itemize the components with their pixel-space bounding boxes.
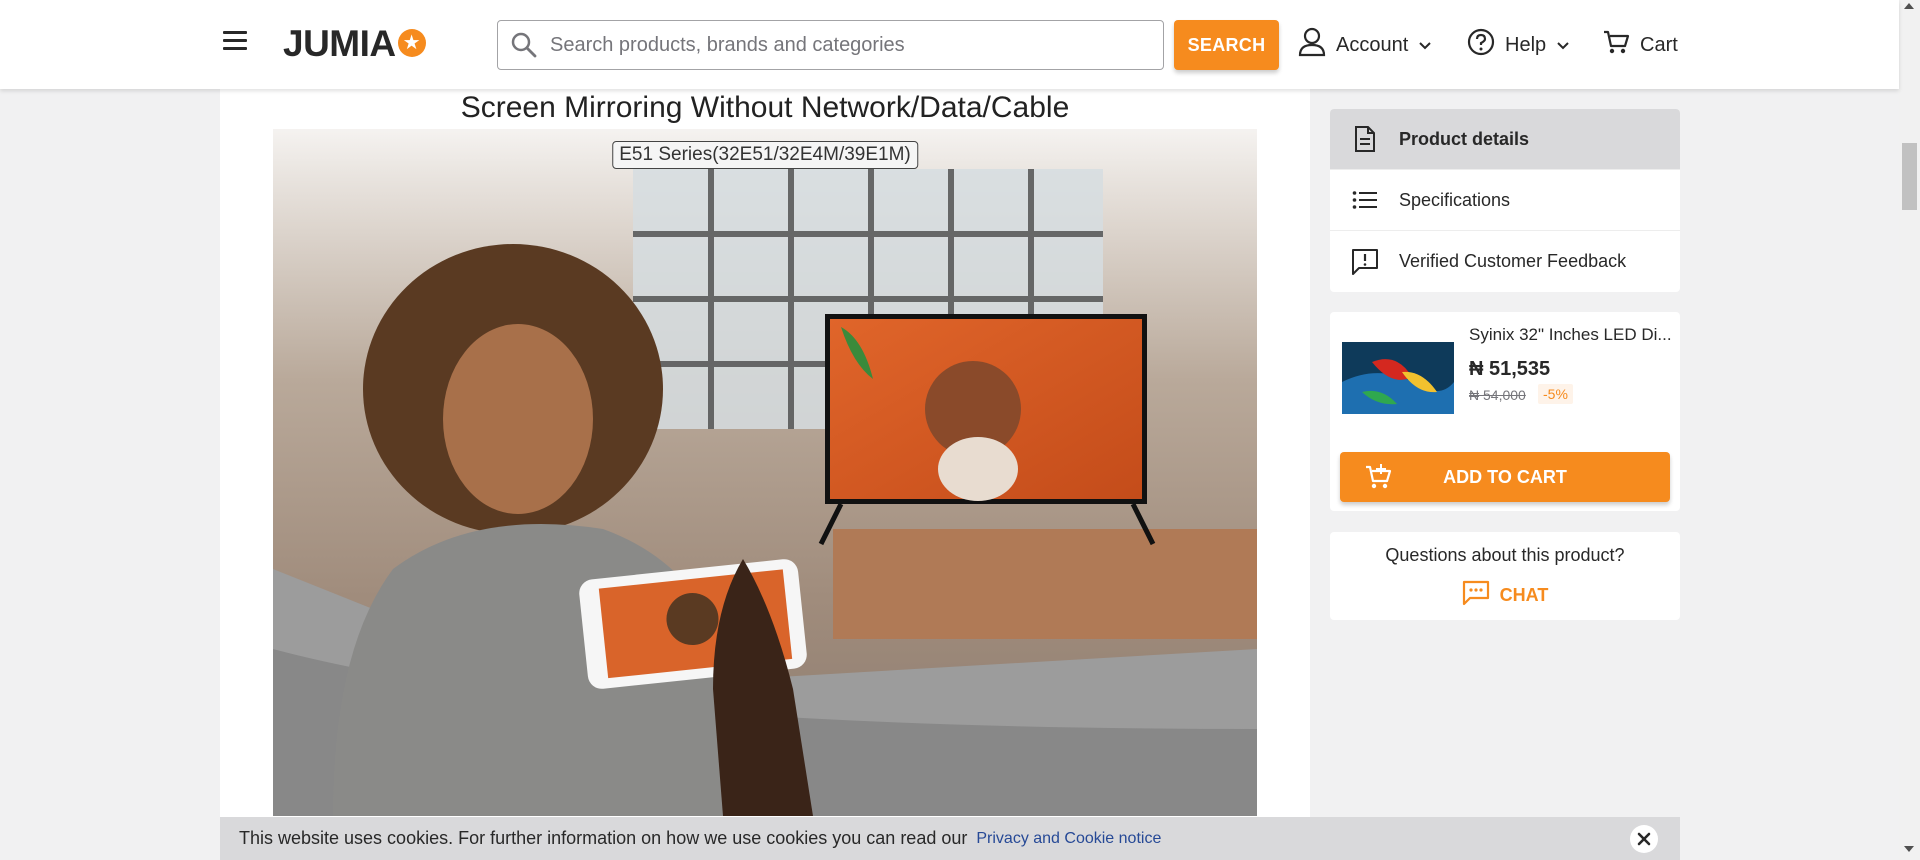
help-menu[interactable]: Help — [1467, 26, 1570, 64]
nav-label: Specifications — [1399, 189, 1511, 210]
product-price: ₦ 51,535 — [1469, 358, 1551, 380]
cart-link[interactable]: Cart — [1602, 26, 1678, 64]
nav-verified-feedback[interactable]: Verified Customer Feedback — [1330, 231, 1680, 292]
chat-icon — [1462, 580, 1490, 611]
account-label: Account — [1336, 33, 1409, 56]
privacy-cookie-link[interactable]: Privacy and Cookie notice — [976, 830, 1161, 848]
nav-specifications[interactable]: Specifications — [1330, 170, 1680, 231]
add-to-cart-icon — [1364, 463, 1392, 496]
logo-star-icon: ★ — [397, 29, 426, 57]
jumia-logo[interactable]: JUMIA ★ — [283, 23, 426, 64]
search-button[interactable]: SEARCH — [1174, 20, 1279, 70]
living-room-illustration — [273, 89, 1257, 816]
cart-label: Cart — [1640, 33, 1678, 56]
cookie-text: This website uses cookies. For further i… — [239, 828, 968, 848]
add-to-cart-label: ADD TO CART — [1443, 466, 1567, 487]
user-icon — [1298, 27, 1326, 63]
close-icon[interactable] — [1630, 825, 1658, 853]
scrollbar-thumb[interactable] — [1902, 143, 1917, 210]
account-menu[interactable]: Account — [1298, 26, 1432, 64]
feedback-icon — [1350, 247, 1380, 277]
nav-label: Verified Customer Feedback — [1399, 251, 1627, 271]
hero-title: Screen Mirroring Without Network/Data/Ca… — [273, 91, 1257, 129]
chat-label: CHAT — [1499, 585, 1549, 605]
logo-text: JUMIA — [283, 23, 396, 64]
cookie-banner: This website uses cookies. For further i… — [220, 817, 1680, 860]
nav-product-details[interactable]: Product details — [1330, 109, 1680, 170]
discount-badge: -5% — [1538, 384, 1573, 404]
chat-button[interactable]: CHAT — [1330, 580, 1680, 611]
search-icon — [510, 31, 538, 59]
hamburger-menu-icon[interactable] — [221, 28, 249, 56]
document-icon — [1350, 124, 1380, 154]
add-to-cart-button[interactable]: ADD TO CART — [1340, 452, 1670, 502]
product-section-nav: Product details Specifications Verified … — [1330, 109, 1680, 292]
cart-icon — [1602, 28, 1630, 62]
product-old-price: ₦ 54,000 — [1469, 387, 1526, 403]
search-input[interactable] — [550, 33, 1150, 57]
scroll-up-arrow-icon[interactable] — [1904, 3, 1914, 9]
questions-card: Questions about this product? CHAT — [1330, 532, 1680, 620]
series-badge: E51 Series(32E51/32E4M/39E1M) — [612, 141, 918, 169]
help-label: Help — [1505, 33, 1547, 56]
search-box — [497, 20, 1164, 70]
questions-text: Questions about this product? — [1385, 545, 1625, 565]
chevron-down-icon — [1556, 34, 1570, 57]
product-hero-image: Screen Mirroring Without Network/Data/Ca… — [273, 89, 1257, 816]
nav-label: Product details — [1399, 128, 1530, 149]
site-header: JUMIA ★ SEARCH Account Help Cart — [0, 0, 1899, 89]
product-name[interactable]: Syinix 32" Inches LED Di... — [1469, 325, 1674, 345]
page-scrollbar[interactable] — [1899, 0, 1920, 860]
help-icon — [1467, 28, 1495, 62]
scroll-down-arrow-icon[interactable] — [1904, 846, 1914, 852]
product-thumbnail[interactable] — [1342, 342, 1454, 414]
list-icon — [1350, 185, 1380, 215]
chevron-down-icon — [1418, 34, 1432, 57]
buy-box: Syinix 32" Inches LED Di... ₦ 51,535 ₦ 5… — [1330, 312, 1680, 511]
